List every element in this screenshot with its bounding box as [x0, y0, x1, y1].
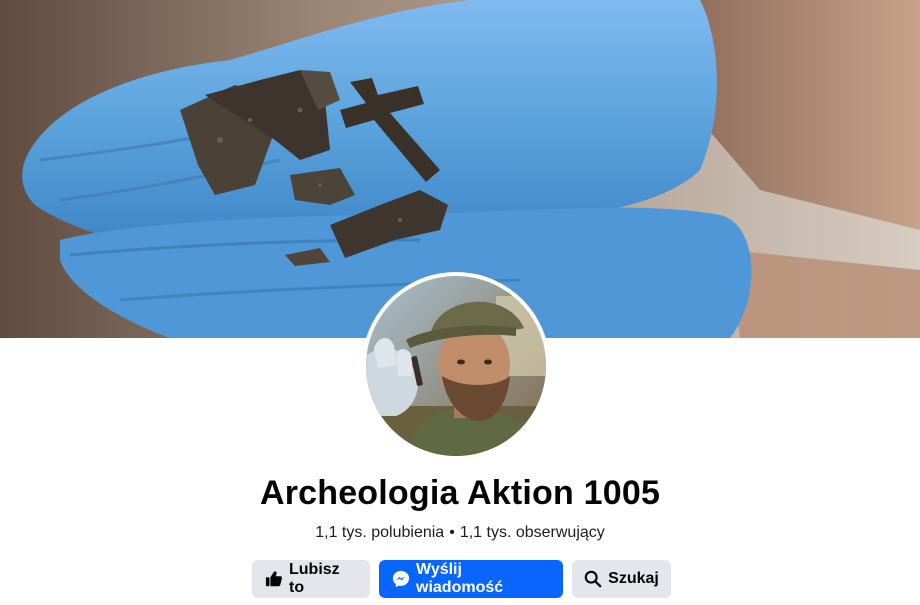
- followers-count[interactable]: 1,1 tys. obserwujący: [460, 524, 605, 541]
- send-message-button[interactable]: Wyślij wiadomość: [379, 560, 563, 598]
- stats-separator: •: [449, 524, 455, 541]
- avatar-image: [366, 276, 546, 456]
- search-button[interactable]: Szukaj: [572, 560, 671, 598]
- send-message-label: Wyślij wiadomość: [416, 561, 504, 596]
- search-button-label: Szukaj: [608, 570, 659, 587]
- like-button[interactable]: Lubisz to: [252, 560, 370, 598]
- action-bar: Lubisz to Wyślij wiadomość Szukaj: [252, 560, 671, 598]
- messenger-icon: [392, 570, 410, 588]
- likes-count[interactable]: 1,1 tys. polubienia: [315, 524, 444, 541]
- page-stats: 1,1 tys. polubienia • 1,1 tys. obserwujący: [0, 524, 920, 542]
- profile-avatar[interactable]: [362, 272, 550, 460]
- search-icon: [584, 570, 602, 588]
- page-root: Archeologia Aktion 1005 1,1 tys. polubie…: [0, 0, 920, 605]
- like-button-label: Lubisz to: [289, 561, 340, 596]
- thumbs-up-icon: [265, 570, 283, 588]
- page-title: Archeologia Aktion 1005: [259, 474, 661, 512]
